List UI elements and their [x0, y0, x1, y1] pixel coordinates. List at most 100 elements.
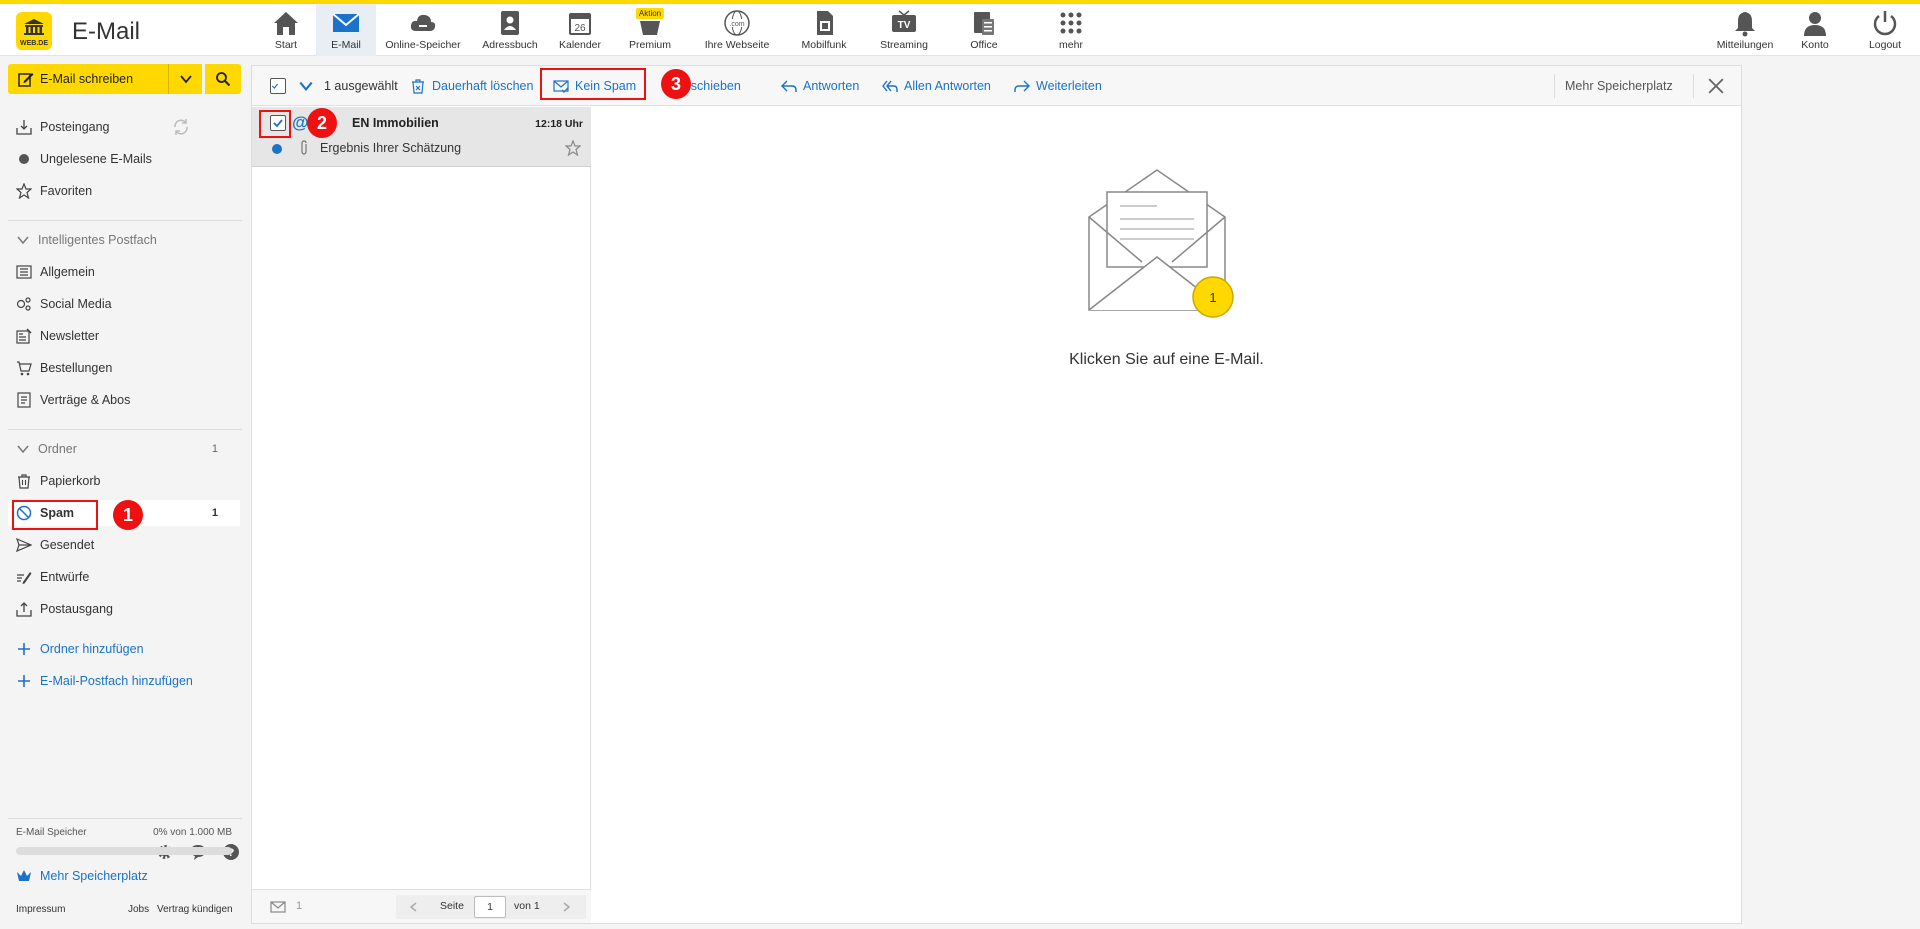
sidebar-item-social-media[interactable]: Social Media — [16, 291, 240, 317]
reply-icon — [781, 80, 797, 92]
sidebar-item-postausgang[interactable]: Postausgang — [16, 596, 240, 622]
select-all-checkbox[interactable] — [270, 66, 286, 106]
send-icon — [16, 537, 32, 553]
chevron-right-icon[interactable] — [560, 901, 572, 913]
add-folder-link[interactable]: Ordner hinzufügen — [16, 636, 240, 662]
nav-mitteilungen[interactable]: Mitteilungen — [1710, 4, 1780, 56]
sidebar-item-label: Spam — [40, 506, 75, 520]
office-icon — [974, 12, 994, 35]
nav-mehr[interactable]: mehr — [1024, 4, 1118, 56]
search-button[interactable] — [205, 64, 241, 94]
tv-text: TV — [898, 20, 911, 31]
nav-office[interactable]: Office — [944, 4, 1024, 56]
page-input[interactable]: 1 — [474, 896, 506, 918]
compose-button[interactable]: E-Mail schreiben — [8, 64, 168, 94]
section-ordner[interactable]: Ordner 1 — [16, 438, 240, 460]
chevron-down-icon — [299, 81, 313, 92]
sidebar-item-entwuerfe[interactable]: Entwürfe — [16, 564, 240, 590]
impressum-link[interactable]: Impressum — [16, 904, 65, 915]
nav-webseite[interactable]: .com Ihre Webseite — [690, 4, 784, 56]
section-intelligentes-postfach[interactable]: Intelligentes Postfach — [16, 229, 240, 251]
compose-dropdown-button[interactable] — [168, 64, 202, 94]
nav-online-speicher[interactable]: Online-Speicher — [376, 4, 470, 56]
nav-logout[interactable]: Logout — [1850, 4, 1920, 56]
nav-kalender[interactable]: 26 Kalender — [550, 4, 610, 56]
storage-info: E-Mail Speicher 0% von 1.000 MB — [16, 827, 232, 838]
mail-checkbox[interactable] — [270, 115, 286, 131]
sidebar-item-papierkorb[interactable]: Papierkorb — [16, 468, 240, 494]
chevron-down-icon — [17, 445, 29, 454]
nav-label: Premium — [628, 39, 671, 51]
spam-count: 1 — [211, 507, 218, 519]
reply-all-label: Allen Antworten — [904, 79, 991, 93]
close-button[interactable] — [1708, 66, 1730, 106]
empty-envelope-illustration: 1 — [1088, 169, 1234, 318]
sidebar-item-ungelesen[interactable]: Ungelesene E-Mails — [16, 146, 240, 172]
globe-icon: .com — [724, 10, 750, 36]
not-spam-label: Kein Spam — [575, 79, 637, 93]
star-icon[interactable] — [565, 140, 581, 156]
sidebar-item-newsletter[interactable]: Newsletter — [16, 323, 240, 349]
selection-dropdown[interactable] — [298, 66, 320, 106]
forward-icon — [1014, 80, 1030, 92]
sidebar-item-label: Postausgang — [40, 602, 113, 616]
toolbar-more-storage[interactable]: Mehr Speicherplatz — [1565, 66, 1673, 106]
sidebar-item-gesendet[interactable]: Gesendet — [16, 532, 240, 558]
forward-button[interactable]: Weiterleiten — [1014, 66, 1102, 106]
contract-icon — [17, 392, 31, 408]
divider — [8, 220, 242, 221]
reply-button[interactable]: Antworten — [781, 66, 859, 106]
empty-preview-text: Klicken Sie auf eine E-Mail. — [1069, 351, 1264, 368]
nav-premium[interactable]: Aktion Premium — [610, 4, 690, 56]
unread-dot-icon — [272, 144, 282, 154]
refresh-icon[interactable] — [172, 118, 190, 136]
mail-toolbar: 1 ausgewählt Dauerhaft löschen Kein Spam… — [252, 66, 1741, 106]
calendar-icon: 26 — [569, 13, 591, 35]
nav-label: Adressbuch — [482, 39, 538, 51]
plus-icon — [18, 675, 30, 687]
sidebar-item-posteingang[interactable]: Posteingang — [16, 114, 240, 140]
toolbar-divider — [1554, 74, 1555, 98]
mail-subject: Ergebnis Ihrer Schätzung — [320, 141, 462, 155]
mail-check-icon — [553, 80, 569, 93]
nav-email[interactable]: E-Mail — [316, 4, 376, 56]
aktion-badge: Aktion — [635, 8, 665, 19]
calendar-day: 26 — [574, 23, 586, 34]
jobs-link[interactable]: Jobs — [128, 904, 149, 915]
newsletter-icon — [16, 328, 32, 344]
sidebar-item-vertraege[interactable]: Verträge & Abos — [16, 387, 240, 413]
sidebar: E-Mail schreiben Posteingang Ungelesene … — [0, 57, 250, 929]
power-icon — [1873, 11, 1897, 36]
sidebar-item-bestellungen[interactable]: Bestellungen — [16, 355, 240, 381]
not-spam-button[interactable]: Kein Spam — [553, 66, 636, 106]
nav-mobilfunk[interactable]: Mobilfunk — [784, 4, 864, 56]
mail-main-panel: 1 ausgewählt Dauerhaft löschen Kein Spam… — [251, 65, 1742, 924]
sidebar-item-favoriten[interactable]: Favoriten — [16, 178, 240, 204]
mail-list: @ EN Immobilien 12:18 Uhr Ergebnis Ihrer… — [252, 107, 591, 923]
nav-streaming[interactable]: TV Streaming — [864, 4, 944, 56]
nav-konto[interactable]: Konto — [1780, 4, 1850, 56]
chevron-left-icon[interactable] — [408, 901, 420, 913]
selection-count: 1 ausgewählt — [324, 79, 398, 93]
cancel-contract-link[interactable]: Vertrag kündigen — [157, 904, 233, 915]
nav-start[interactable]: Start — [256, 4, 316, 56]
storage-value: 0% von 1.000 MB — [153, 827, 232, 838]
sidebar-item-allgemein[interactable]: Allgemein — [16, 259, 240, 285]
mail-count: 1 — [296, 900, 303, 912]
mail-list-item[interactable]: @ EN Immobilien 12:18 Uhr Ergebnis Ihrer… — [252, 107, 591, 167]
nav-label: mehr — [1059, 39, 1083, 51]
delete-permanently-button[interactable]: Dauerhaft löschen — [410, 66, 533, 106]
add-mailbox-link[interactable]: E-Mail-Postfach hinzufügen — [16, 668, 240, 694]
trash-x-icon — [412, 79, 424, 94]
webde-logo[interactable]: WEB.DE — [16, 12, 52, 50]
nav-adressbuch[interactable]: Adressbuch — [470, 4, 550, 56]
sidebar-item-label: Bestellungen — [40, 361, 113, 375]
more-storage-link[interactable]: Mehr Speicherplatz — [16, 863, 240, 889]
reply-all-button[interactable]: Allen Antworten — [882, 66, 991, 106]
bell-icon — [1735, 12, 1755, 37]
sidebar-item-label: Entwürfe — [40, 570, 90, 584]
add-mailbox-label: E-Mail-Postfach hinzufügen — [40, 674, 193, 688]
cloud-icon — [410, 14, 436, 31]
mail-sender: EN Immobilien — [352, 116, 439, 130]
reply-all-icon — [882, 80, 898, 92]
